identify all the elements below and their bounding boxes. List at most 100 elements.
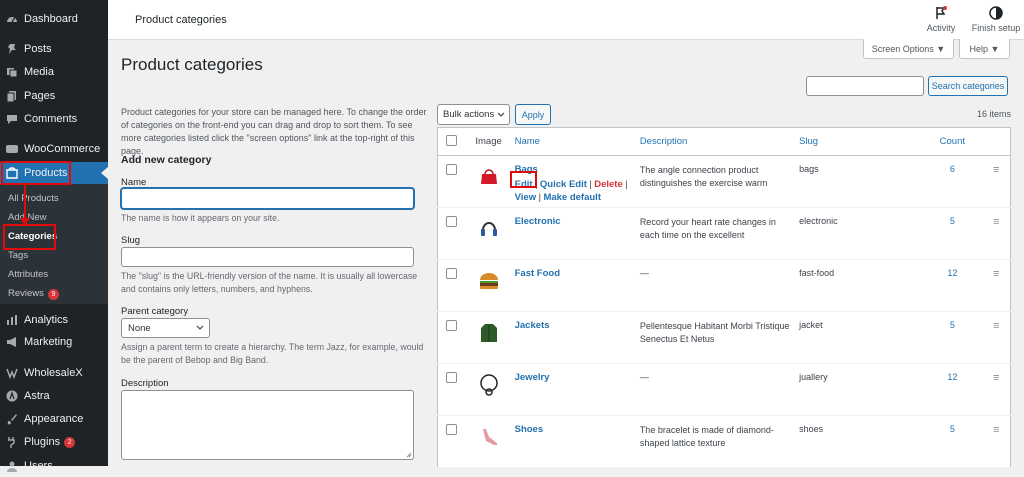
description-textarea[interactable] xyxy=(121,390,414,460)
menu-woocommerce[interactable]: WooCommerce xyxy=(0,138,108,160)
category-name-link[interactable]: Shoes xyxy=(515,424,544,435)
table-row: Electronic Record your heart rate change… xyxy=(437,207,1011,260)
menu-analytics[interactable]: Analytics xyxy=(0,309,108,331)
slug-label: Slug xyxy=(121,235,141,246)
menu-astra[interactable]: Astra xyxy=(0,385,108,407)
row-checkbox[interactable] xyxy=(446,216,457,227)
search-categories-input[interactable] xyxy=(806,76,924,96)
menu-pages[interactable]: Pages xyxy=(0,85,108,107)
row-checkbox[interactable] xyxy=(446,320,457,331)
activity-button[interactable]: Activity xyxy=(921,6,961,33)
row-name: Shoes xyxy=(514,415,640,468)
row-count[interactable]: 5 xyxy=(922,207,983,260)
name-hint: The name is how it appears on your site. xyxy=(121,213,280,223)
astra-icon xyxy=(6,390,18,402)
menu-users[interactable]: Users xyxy=(0,455,108,477)
resize-handle-icon[interactable] xyxy=(406,452,412,458)
category-name-link[interactable]: Fast Food xyxy=(515,268,560,279)
row-checkbox[interactable] xyxy=(446,424,457,435)
menu-label: Analytics xyxy=(24,314,69,326)
delete-link[interactable]: Delete xyxy=(594,179,623,190)
column-name[interactable]: Name xyxy=(514,127,640,156)
row-slug: juallery xyxy=(799,363,923,416)
submenu-reviews[interactable]: Reviews 9 xyxy=(8,288,59,300)
column-description[interactable]: Description xyxy=(639,127,800,156)
row-count[interactable]: 12 xyxy=(922,363,983,416)
select-all-checkbox[interactable] xyxy=(446,134,457,146)
column-handle xyxy=(982,127,1011,156)
menu-dashboard[interactable]: Dashboard xyxy=(0,8,108,30)
submenu-label: Reviews xyxy=(8,288,44,299)
name-input[interactable] xyxy=(121,188,414,209)
row-count[interactable]: 5 xyxy=(922,311,983,364)
slug-input[interactable] xyxy=(121,247,414,267)
row-count[interactable]: 6 xyxy=(922,155,983,208)
comments-icon xyxy=(6,113,18,125)
submenu-categories[interactable]: Categories xyxy=(8,231,57,242)
description-text: The angle connection product distinguish… xyxy=(639,165,768,188)
bag-icon xyxy=(480,169,497,184)
help-button[interactable]: Help ▼ xyxy=(959,39,1010,59)
row-image xyxy=(462,207,515,260)
table-row: Jewelry — juallery 12 ≡ xyxy=(437,363,1011,416)
view-link[interactable]: View xyxy=(515,192,536,203)
column-slug[interactable]: Slug xyxy=(799,127,923,156)
submenu-tags[interactable]: Tags xyxy=(8,250,28,261)
category-name-link[interactable]: Bags xyxy=(515,164,538,175)
row-count[interactable]: 12 xyxy=(922,259,983,312)
menu-media[interactable]: Media xyxy=(0,61,108,83)
category-name-link[interactable]: Jackets xyxy=(515,320,550,331)
apply-button[interactable]: Apply xyxy=(515,104,551,125)
column-count[interactable]: Count xyxy=(922,127,983,156)
submenu-attributes[interactable]: Attributes xyxy=(8,269,48,280)
media-icon xyxy=(6,66,18,78)
category-name-link[interactable]: Jewelry xyxy=(515,372,550,383)
row-description: The bracelet is made of diamond-shaped l… xyxy=(639,415,800,468)
menu-label: Users xyxy=(24,460,53,472)
drag-handle-icon[interactable]: ≡ xyxy=(982,363,1011,416)
quick-edit-link[interactable]: Quick Edit xyxy=(540,179,587,190)
menu-wholesalex[interactable]: WholesaleX xyxy=(0,362,108,384)
drag-handle-icon[interactable]: ≡ xyxy=(982,155,1011,208)
description-label: Description xyxy=(121,378,169,389)
menu-comments[interactable]: Comments xyxy=(0,108,108,130)
row-checkbox[interactable] xyxy=(446,372,457,383)
row-count[interactable]: 5 xyxy=(922,415,983,468)
progress-circle-icon xyxy=(989,6,1003,20)
menu-label: Appearance xyxy=(24,413,84,425)
row-slug: bags xyxy=(799,155,923,208)
row-slug: fast-food xyxy=(799,259,923,312)
row-check xyxy=(437,311,463,364)
screen-options-button[interactable]: Screen Options ▼ xyxy=(863,39,954,59)
brush-icon xyxy=(6,413,18,425)
menu-appearance[interactable]: Appearance xyxy=(0,408,108,430)
bulk-actions-select[interactable]: Bulk actions xyxy=(437,104,510,125)
drag-handle-icon[interactable]: ≡ xyxy=(982,415,1011,468)
menu-label: Dashboard xyxy=(24,13,78,25)
woocommerce-icon xyxy=(6,143,18,155)
search-categories-button[interactable]: Search categories xyxy=(928,76,1008,96)
menu-marketing[interactable]: Marketing xyxy=(0,331,108,353)
edit-link[interactable]: Edit xyxy=(515,179,533,190)
menu-label: Posts xyxy=(24,43,52,55)
bulk-actions-value: Bulk actions xyxy=(443,109,495,120)
make-default-link[interactable]: Make default xyxy=(543,192,601,203)
description-text: The bracelet is made of diamond-shaped l… xyxy=(639,425,774,448)
menu-plugins[interactable]: Plugins 2 xyxy=(0,431,108,453)
description-text: Pellentesque Habitant Morbi Tristique Se… xyxy=(639,321,790,344)
menu-label: Marketing xyxy=(24,336,73,348)
row-name: Jewelry xyxy=(514,363,640,416)
menu-label: Astra xyxy=(24,390,50,402)
drag-handle-icon[interactable]: ≡ xyxy=(982,207,1011,260)
menu-posts[interactable]: Posts xyxy=(0,38,108,60)
category-name-link[interactable]: Electronic xyxy=(515,216,561,227)
row-name: Bags Edit | Quick Edit | Delete | View |… xyxy=(514,155,640,208)
finish-setup-button[interactable]: Finish setup xyxy=(968,6,1024,33)
row-checkbox[interactable] xyxy=(446,268,457,279)
parent-category-select[interactable]: None xyxy=(121,318,210,338)
drag-handle-icon[interactable]: ≡ xyxy=(982,259,1011,312)
row-image xyxy=(462,311,515,364)
drag-handle-icon[interactable]: ≡ xyxy=(982,311,1011,364)
finish-setup-label: Finish setup xyxy=(971,23,1021,33)
row-checkbox[interactable] xyxy=(446,164,457,175)
